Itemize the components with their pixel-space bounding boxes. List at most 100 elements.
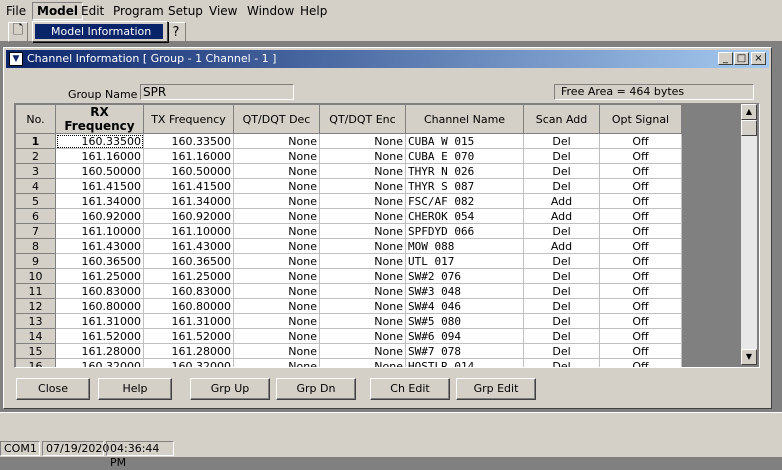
table-cell[interactable]: Del <box>523 283 600 299</box>
table-cell[interactable]: 160.50000 <box>143 163 234 179</box>
table-cell[interactable]: None <box>319 223 406 239</box>
table-row[interactable]: 8 161.43000 161.43000 None None MOW 088 Add Off <box>15 238 682 254</box>
table-row[interactable]: 5 161.34000 161.34000 None None FSC/AF 082 Add… <box>15 193 682 209</box>
table-cell[interactable]: Off <box>599 223 682 239</box>
table-cell[interactable]: THYR S 087 <box>405 178 524 194</box>
menu-setup[interactable]: Setup <box>164 3 207 19</box>
table-cell[interactable]: Off <box>599 148 682 164</box>
table-cell[interactable]: None <box>233 328 320 344</box>
menu-view[interactable]: View <box>205 3 241 19</box>
table-cell[interactable]: None <box>319 298 406 314</box>
table-cell[interactable]: Off <box>599 163 682 179</box>
table-cell[interactable]: Del <box>523 268 600 284</box>
table-cell[interactable]: None <box>233 253 320 269</box>
table-cell[interactable]: 161.43000 <box>143 238 234 254</box>
table-row[interactable]: 12 160.80000 160.80000 None None SW#4 046 Del O… <box>15 298 682 314</box>
table-cell[interactable]: 161.41500 <box>143 178 234 194</box>
table-cell[interactable]: 160.92000 <box>55 208 144 224</box>
new-document-icon[interactable]: 🗋 <box>8 22 28 42</box>
table-cell[interactable]: 160.80000 <box>55 298 144 314</box>
table-cell[interactable]: None <box>319 343 406 359</box>
help-question-icon[interactable]: ? <box>166 22 186 42</box>
scroll-up-icon[interactable]: ▲ <box>741 104 757 120</box>
table-cell[interactable]: Off <box>599 328 682 344</box>
table-cell[interactable]: Off <box>599 283 682 299</box>
channel-edit-button[interactable]: Ch Edit <box>370 378 450 400</box>
table-row[interactable]: 3 160.50000 160.50000 None None THYR N 026 Del… <box>15 163 682 179</box>
table-cell[interactable]: 161.25000 <box>143 268 234 284</box>
table-cell[interactable]: 161.43000 <box>55 238 144 254</box>
group-down-button[interactable]: Grp Dn <box>276 378 356 400</box>
table-cell[interactable]: 160.32000 <box>55 358 144 367</box>
table-cell[interactable]: None <box>319 148 406 164</box>
table-cell[interactable]: None <box>233 148 320 164</box>
table-cell[interactable]: Off <box>599 268 682 284</box>
column-header[interactable]: Opt Signal <box>599 104 682 134</box>
table-row[interactable]: 4 161.41500 161.41500 None None THYR S 087 Del… <box>15 178 682 194</box>
table-cell[interactable]: 161.34000 <box>143 193 234 209</box>
table-cell[interactable]: None <box>233 178 320 194</box>
table-cell[interactable]: None <box>233 163 320 179</box>
table-cell[interactable]: 160.33500 <box>143 133 234 149</box>
table-cell[interactable]: Del <box>523 298 600 314</box>
channel-grid[interactable]: No. RX Frequency TX Frequency QT/DQT Dec QT/… <box>14 103 760 368</box>
table-cell[interactable]: 161.28000 <box>55 343 144 359</box>
table-cell[interactable]: 161.10000 <box>143 223 234 239</box>
table-cell[interactable]: None <box>319 328 406 344</box>
table-cell[interactable]: SW#6 094 <box>405 328 524 344</box>
table-cell[interactable]: 161.34000 <box>55 193 144 209</box>
table-cell[interactable]: HOSTLR 014 <box>405 358 524 367</box>
table-cell[interactable]: Del <box>523 343 600 359</box>
table-cell[interactable]: Off <box>599 313 682 329</box>
table-row[interactable]: 11 160.83000 160.83000 None None SW#3 048 Del O… <box>15 283 682 299</box>
table-cell[interactable]: None <box>233 193 320 209</box>
table-cell[interactable]: Add <box>523 208 600 224</box>
table-cell[interactable]: None <box>233 358 320 367</box>
table-cell[interactable]: None <box>319 358 406 367</box>
table-cell[interactable]: Off <box>599 343 682 359</box>
group-name-field[interactable]: SPR <box>140 84 294 100</box>
menu-item-model-information[interactable]: Model Information <box>35 24 163 39</box>
table-cell[interactable]: 161.10000 <box>55 223 144 239</box>
restore-button[interactable]: □ <box>734 52 749 65</box>
table-row[interactable]: 9 160.36500 160.36500 None None UTL 017 Del Off <box>15 253 682 269</box>
table-cell[interactable]: 160.50000 <box>55 163 144 179</box>
table-cell[interactable]: Del <box>523 133 600 149</box>
table-cell[interactable]: None <box>319 193 406 209</box>
table-cell[interactable]: 160.83000 <box>55 283 144 299</box>
table-cell[interactable]: CUBA W 015 <box>405 133 524 149</box>
menu-model[interactable]: Model <box>32 2 84 20</box>
table-cell[interactable]: 161.52000 <box>55 328 144 344</box>
scroll-down-icon[interactable]: ▼ <box>741 349 757 365</box>
column-header[interactable]: RX Frequency <box>55 104 144 134</box>
table-cell[interactable]: None <box>319 178 406 194</box>
table-cell[interactable]: None <box>319 238 406 254</box>
menu-file[interactable]: File <box>2 3 30 19</box>
table-cell[interactable]: SPFDYD 066 <box>405 223 524 239</box>
table-cell[interactable]: Off <box>599 208 682 224</box>
table-cell[interactable]: 161.25000 <box>55 268 144 284</box>
table-cell[interactable]: None <box>319 133 406 149</box>
table-cell[interactable]: FSC/AF 082 <box>405 193 524 209</box>
table-row[interactable]: 15 161.28000 161.28000 None None SW#7 078 Del O… <box>15 343 682 359</box>
table-cell[interactable]: Off <box>599 193 682 209</box>
table-cell[interactable]: None <box>319 208 406 224</box>
table-cell[interactable]: SW#3 048 <box>405 283 524 299</box>
table-cell[interactable]: SW#4 046 <box>405 298 524 314</box>
table-cell[interactable]: None <box>233 223 320 239</box>
table-cell[interactable]: 160.36500 <box>55 253 144 269</box>
table-cell[interactable]: None <box>233 313 320 329</box>
table-cell[interactable]: None <box>319 283 406 299</box>
vertical-scrollbar[interactable]: ▲ ▼ <box>741 104 757 365</box>
close-window-button[interactable]: × <box>751 52 766 65</box>
table-cell[interactable]: 161.16000 <box>143 148 234 164</box>
column-header[interactable]: TX Frequency <box>143 104 234 134</box>
table-cell[interactable]: None <box>233 268 320 284</box>
table-row[interactable]: 2 161.16000 161.16000 None None CUBA E 070 Del… <box>15 148 682 164</box>
table-cell[interactable]: 160.36500 <box>143 253 234 269</box>
column-header[interactable]: Scan Add <box>523 104 600 134</box>
minimize-button[interactable]: _ <box>718 52 733 65</box>
table-cell[interactable]: None <box>319 163 406 179</box>
table-cell[interactable]: Del <box>523 253 600 269</box>
table-cell[interactable]: Off <box>599 238 682 254</box>
